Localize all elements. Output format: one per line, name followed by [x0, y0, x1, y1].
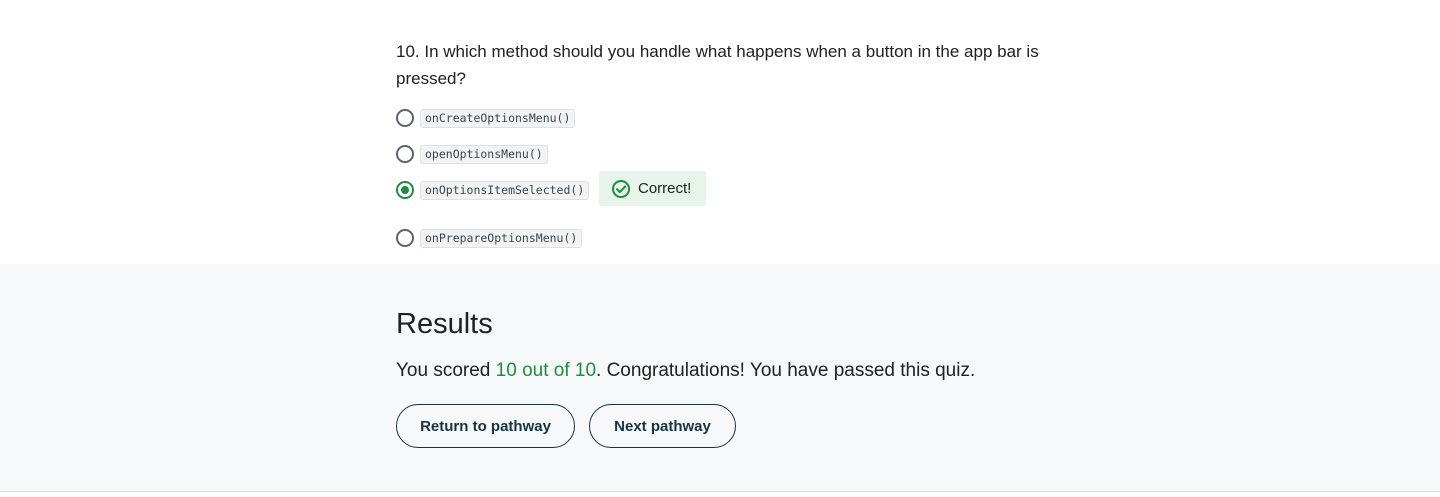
next-pathway-button[interactable]: Next pathway — [589, 404, 736, 448]
option-label: onPrepareOptionsMenu() — [420, 228, 583, 248]
results-title: Results — [396, 308, 493, 340]
option-label: onCreateOptionsMenu() — [420, 108, 576, 128]
correct-feedback-badge: Correct! — [599, 171, 706, 206]
question-section: 10. In which method should you handle wh… — [0, 0, 1440, 264]
option-label: onOptionsItemSelected() — [420, 180, 590, 200]
results-section: Results You scored 10 out of 10. Congrat… — [0, 264, 1440, 491]
question-body: In which method should you handle what h… — [396, 42, 1039, 88]
feedback-label: Correct! — [638, 180, 692, 197]
check-circle-icon — [612, 179, 630, 198]
option-onoptionsitemselected[interactable]: onOptionsItemSelected() — [396, 179, 590, 201]
radio-button[interactable] — [396, 229, 414, 247]
score-value: 10 out of 10 — [495, 360, 597, 381]
radio-button[interactable] — [396, 109, 414, 127]
radio-button-selected[interactable] — [396, 181, 414, 199]
quiz-page: 10. In which method should you handle wh… — [0, 0, 1440, 497]
question-number: 10. — [396, 42, 420, 61]
option-label: openOptionsMenu() — [420, 144, 548, 164]
return-to-pathway-button[interactable]: Return to pathway — [396, 404, 575, 448]
score-message: You scored 10 out of 10. Congratulations… — [396, 360, 975, 382]
option-onprepareoptionsmenu[interactable]: onPrepareOptionsMenu() — [396, 227, 583, 249]
option-openoptionsmenu[interactable]: openOptionsMenu() — [396, 143, 548, 165]
question-text: 10. In which method should you handle wh… — [396, 38, 1056, 92]
score-prefix: You scored — [396, 360, 496, 381]
score-suffix: . Congratulations! You have passed this … — [596, 360, 976, 381]
radio-button[interactable] — [396, 145, 414, 163]
option-oncreateoptionsmenu[interactable]: onCreateOptionsMenu() — [396, 107, 576, 129]
divider — [0, 491, 1440, 492]
